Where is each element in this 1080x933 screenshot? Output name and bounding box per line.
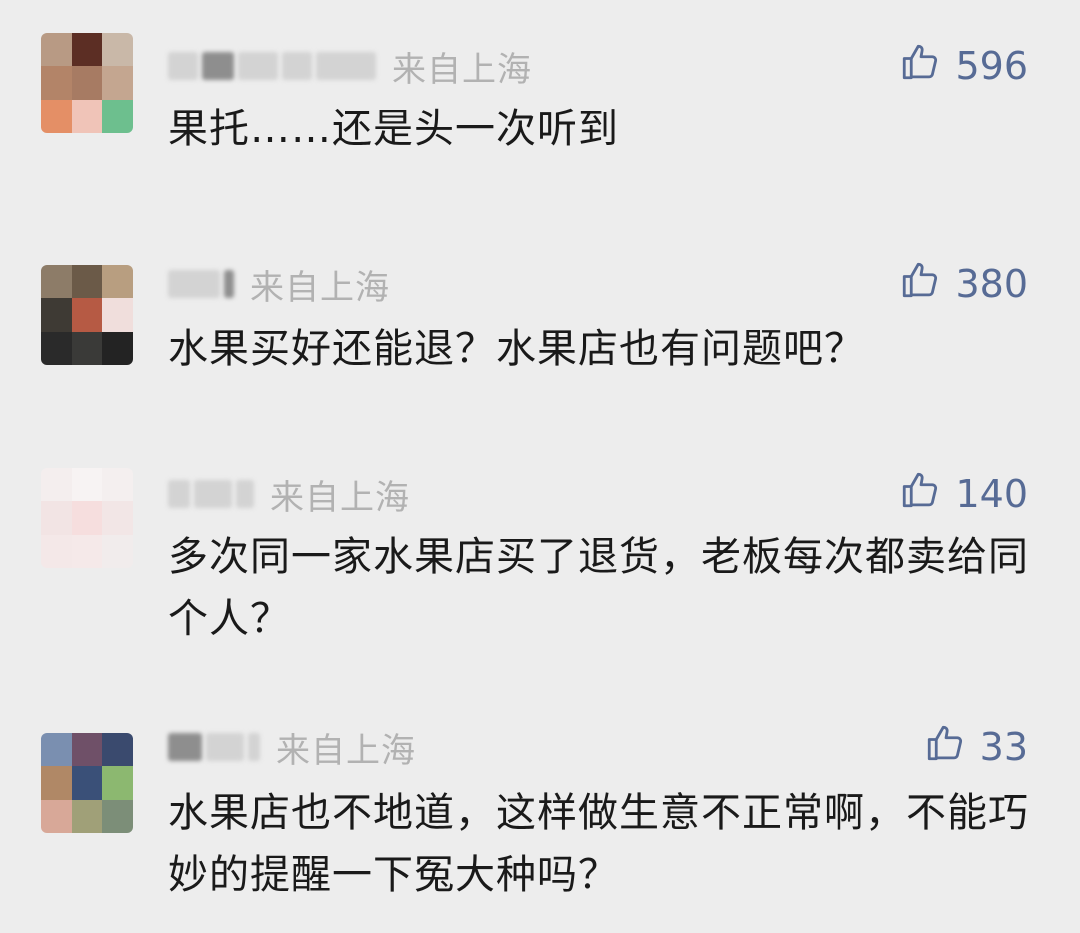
comment-meta: 来自上海 [168,42,532,90]
avatar[interactable] [41,265,133,365]
username-redacted[interactable] [168,727,264,767]
comment-location: 来自上海 [250,267,390,308]
thumbs-up-icon [899,469,955,520]
like-count: 380 [955,262,1028,306]
username-redacted[interactable] [168,474,258,514]
avatar[interactable] [41,468,133,568]
avatar[interactable] [41,33,133,133]
comment-location: 来自上海 [392,49,532,90]
like-button[interactable]: 380 [899,260,1028,308]
comment-location: 来自上海 [270,477,410,518]
thumbs-up-icon [899,41,955,92]
comment-meta: 来自上海 [168,260,390,308]
comment-text: 果托……还是头一次听到 [168,106,619,152]
comment-meta: 来自上海 [168,470,410,518]
like-count: 33 [979,725,1028,769]
comment-meta: 来自上海 [168,723,416,771]
username-redacted[interactable] [168,46,380,86]
username-redacted[interactable] [168,264,238,304]
comment-text: 水果店也不地道，这样做生意不正常啊，不能巧妙的提醒一下冤大种吗？ [168,790,1029,898]
like-button[interactable]: 596 [899,42,1028,90]
comment-location: 来自上海 [276,730,416,771]
thumbs-up-icon [899,259,955,310]
thumbs-up-icon [924,722,980,773]
like-count: 596 [955,44,1028,88]
comment-text: 水果买好还能退？水果店也有问题吧？ [168,326,865,372]
like-count: 140 [955,472,1028,516]
like-button[interactable]: 140 [899,470,1028,518]
avatar[interactable] [41,733,133,833]
comment-text: 多次同一家水果店买了退货，老板每次都卖给同个人？ [168,534,1029,642]
like-button[interactable]: 33 [924,723,1028,771]
